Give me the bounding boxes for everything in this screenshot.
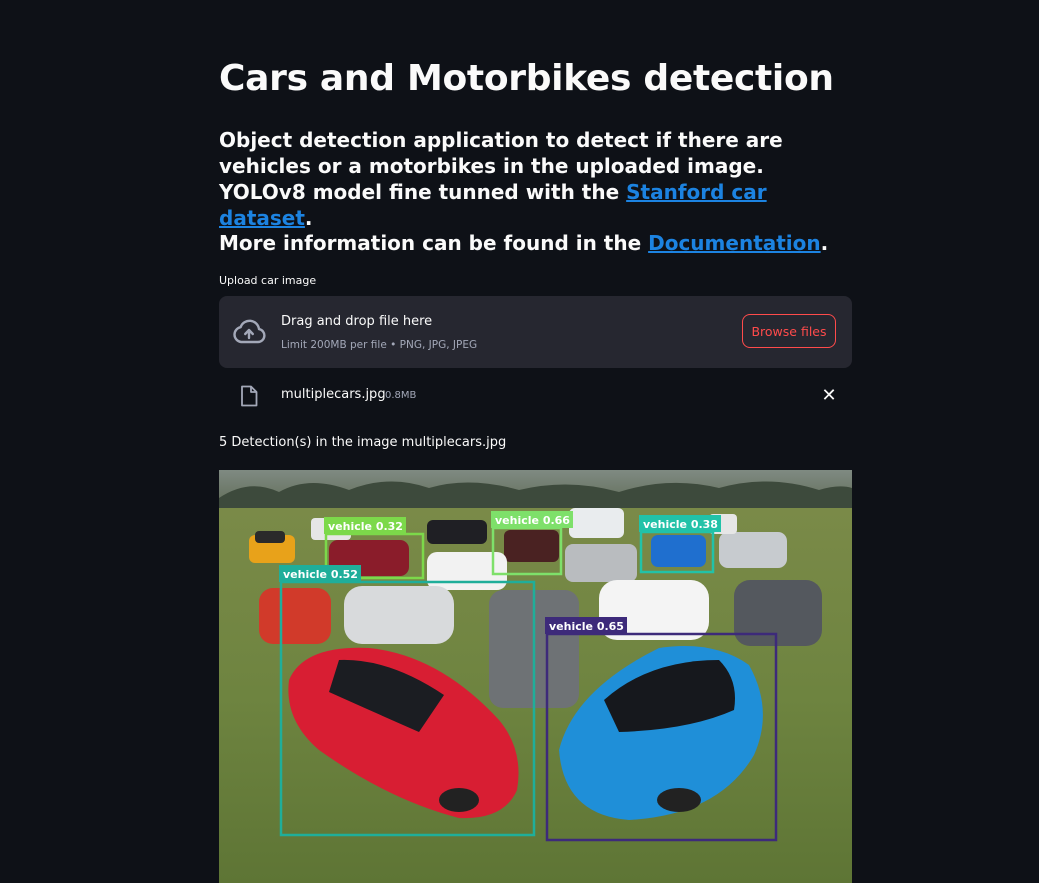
close-icon[interactable]: ✕: [819, 386, 839, 406]
dropzone-instructions: Drag and drop file here: [281, 314, 433, 329]
more-info-end: .: [820, 231, 829, 255]
result-photo: vehicle 0.32 vehicle 0.66 vehicle 0.38 v…: [219, 470, 852, 883]
cloud-upload-icon: [233, 319, 266, 344]
detection-label: vehicle 0.65: [549, 620, 624, 633]
app-description: Object detection application to detect i…: [219, 127, 852, 231]
detection-summary: 5 Detection(s) in the image multiplecars…: [219, 435, 507, 450]
file-size: 0.8MB: [385, 390, 417, 401]
more-info-text: More information can be found in the: [219, 231, 649, 255]
detection-result-image: vehicle 0.32 vehicle 0.66 vehicle 0.38 v…: [219, 470, 852, 883]
description-end: .: [304, 206, 313, 230]
upload-label: Upload car image: [219, 274, 317, 287]
detection-label: vehicle 0.66: [495, 514, 570, 527]
browse-files-button[interactable]: Browse files: [742, 314, 836, 348]
dropzone-limit: Limit 200MB per file • PNG, JPG, JPEG: [281, 339, 478, 351]
file-name: multiplecars.jpg: [281, 387, 386, 402]
detection-label: vehicle 0.52: [283, 568, 358, 581]
file-icon: [241, 385, 258, 407]
page-title: Cars and Motorbikes detection: [219, 58, 834, 99]
more-info: More information can be found in the Doc…: [219, 230, 828, 256]
uploaded-file: multiplecars.jpg 0.8MB ✕: [219, 378, 852, 414]
detection-label: vehicle 0.38: [643, 518, 718, 531]
documentation-link[interactable]: Documentation: [648, 231, 821, 255]
file-dropzone[interactable]: Drag and drop file here Limit 200MB per …: [219, 296, 852, 368]
detection-label: vehicle 0.32: [328, 520, 403, 533]
